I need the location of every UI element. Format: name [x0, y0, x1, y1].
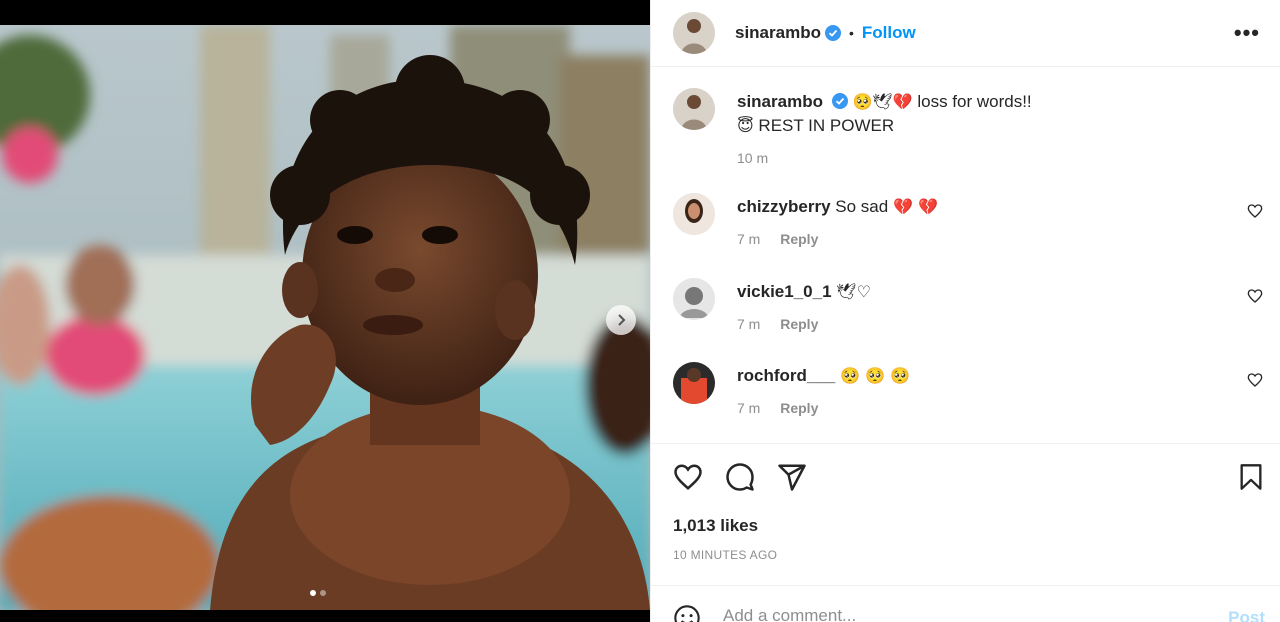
post-button[interactable]: Post	[1228, 608, 1265, 622]
carousel-dot	[310, 590, 316, 596]
carousel-dot	[320, 590, 326, 596]
comment-text: So sad	[835, 197, 889, 216]
caption-time: 10 m	[737, 150, 769, 166]
bookmark-icon[interactable]	[1237, 462, 1265, 492]
likes-count[interactable]: 1,013 likes	[673, 516, 758, 536]
caption-username[interactable]: sinarambo	[737, 92, 823, 111]
heart-icon[interactable]	[1247, 372, 1263, 388]
caption-body: sinarambo 🥺🕊💔 loss for words!! 😇 REST IN…	[737, 90, 1257, 170]
author-username[interactable]: sinarambo	[735, 23, 821, 43]
post-media	[0, 0, 650, 622]
reply-button[interactable]: Reply	[780, 231, 818, 247]
comments-list: sinarambo 🥺🕊💔 loss for words!! 😇 REST IN…	[651, 68, 1280, 443]
comment-box: Post	[651, 585, 1280, 622]
heart-icon[interactable]	[673, 462, 703, 492]
avatar[interactable]	[673, 278, 715, 320]
comment-emojis: 🕊♡	[836, 282, 871, 301]
share-icon[interactable]	[777, 462, 807, 492]
comment-username[interactable]: vickie1_0_1	[737, 282, 832, 301]
comment-time: 7 m	[737, 400, 761, 416]
reply-button[interactable]: Reply	[780, 400, 818, 416]
comment-emojis: 💔 💔	[892, 197, 938, 216]
caption-text: loss for words!!	[917, 92, 1032, 111]
comment-username[interactable]: rochford___	[737, 366, 835, 385]
post-timestamp: 10 MINUTES AGO	[673, 548, 778, 562]
list-item: rochford___ 🥺 🥺 🥺 7 m Reply	[673, 362, 1263, 432]
follow-button[interactable]: Follow	[862, 23, 916, 43]
emoji-icon[interactable]	[673, 604, 701, 622]
reply-button[interactable]: Reply	[780, 316, 818, 332]
avatar[interactable]	[673, 193, 715, 235]
separator: •	[848, 25, 854, 41]
comment-time: 7 m	[737, 231, 761, 247]
comment-input[interactable]	[723, 606, 1203, 622]
comment-icon[interactable]	[725, 462, 755, 492]
chevron-right-icon	[618, 314, 626, 326]
caption-line2-text: REST IN POWER	[758, 116, 895, 135]
avatar[interactable]	[673, 88, 715, 130]
list-item: vickie1_0_1 🕊♡ 7 m Reply	[673, 278, 1263, 348]
post-actions: 1,013 likes 10 MINUTES AGO	[651, 443, 1280, 585]
verified-badge-icon	[831, 93, 848, 109]
post-photo[interactable]	[0, 25, 650, 610]
next-image-button[interactable]	[606, 305, 636, 335]
more-options-button[interactable]: •••	[1234, 20, 1260, 46]
heart-icon[interactable]	[1247, 288, 1263, 304]
list-item: chizzyberry So sad 💔 💔 7 m Reply	[673, 193, 1263, 263]
avatar[interactable]	[673, 362, 715, 404]
post-header: sinarambo • Follow •••	[651, 0, 1280, 67]
caption-line2-emoji: 😇	[737, 116, 754, 135]
post-panel: sinarambo • Follow ••• sinarambo 🥺🕊💔 los…	[650, 0, 1280, 622]
heart-icon[interactable]	[1247, 203, 1263, 219]
carousel-indicator	[310, 590, 326, 596]
comment-emojis: 🥺 🥺 🥺	[839, 366, 910, 385]
avatar[interactable]	[673, 12, 715, 54]
caption-emojis: 🥺🕊💔	[852, 92, 913, 111]
verified-badge-icon	[824, 25, 841, 41]
comment-time: 7 m	[737, 316, 761, 332]
comment-username[interactable]: chizzyberry	[737, 197, 831, 216]
